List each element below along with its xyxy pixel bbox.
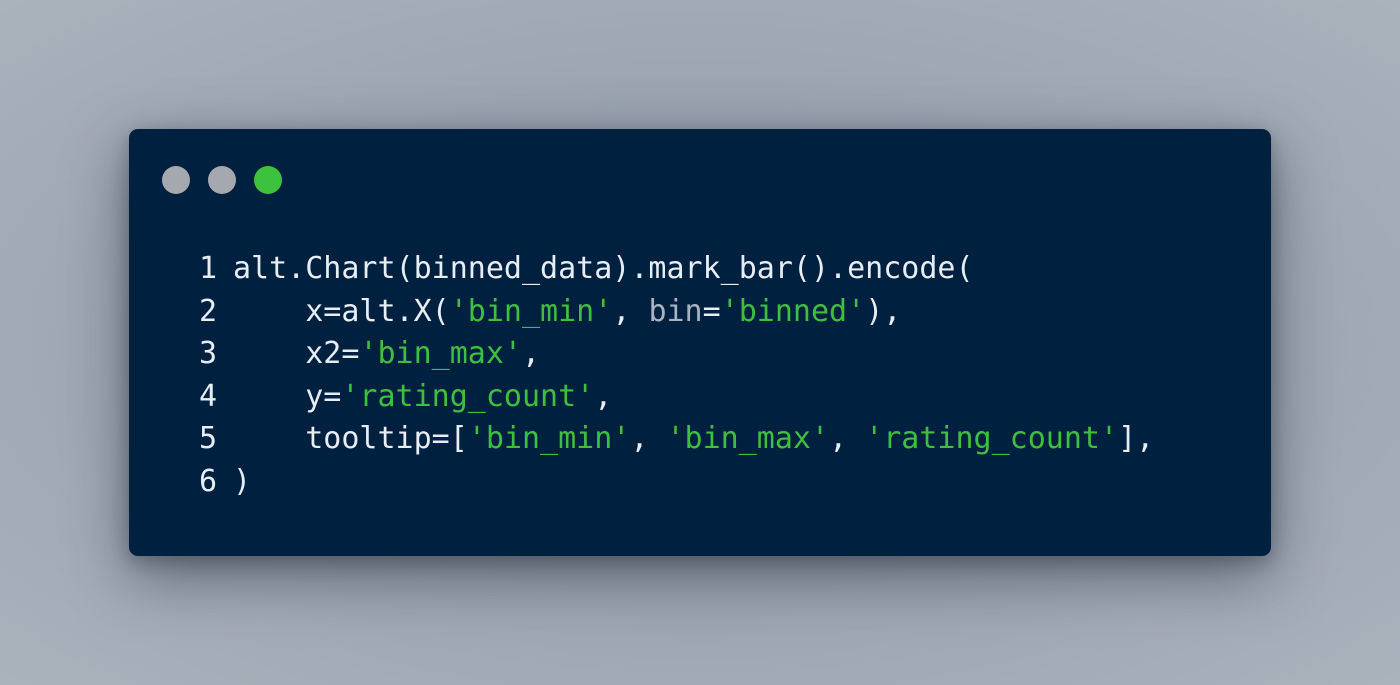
code-token: x2= [233,336,360,372]
line-number: 2 [198,293,217,329]
string-token: 'bin_min' [449,293,613,329]
code-line: 6) [181,461,1154,504]
code-token: , [594,378,613,414]
minimize-dot-icon[interactable] [208,166,236,194]
string-token: 'rating_count' [865,421,1119,457]
close-dot-icon[interactable] [162,166,190,194]
code-line: 4 y='rating_count', [181,376,1154,419]
string-token: 'bin_max' [359,336,522,372]
code-token: ), [865,293,902,329]
line-text: ) [217,461,251,504]
code-block: 1 alt.Chart(binned_data).mark_bar().encod… [181,248,1154,504]
line-text: x2='bin_max', [217,333,540,376]
code-token: ) [233,463,252,499]
code-token: = [702,293,721,329]
line-number: 5 [198,421,217,457]
line-number: 3 [198,336,217,372]
line-text: tooltip=['bin_min', 'bin_max', 'rating_c… [217,418,1154,461]
code-token: , [612,293,649,329]
window-controls [162,166,282,194]
string-token: 'binned' [720,293,866,329]
code-token: , [522,336,541,372]
code-token: ], [1118,421,1155,457]
code-token: , [630,421,667,457]
string-token: 'bin_min' [467,421,631,457]
code-token: x=alt.X( [233,293,450,329]
code-token: , [829,421,866,457]
code-token: tooltip=[ [233,421,468,457]
string-token: 'rating_count' [341,378,595,414]
line-text: alt.Chart(binned_data).mark_bar().encode… [217,248,974,291]
code-token: alt.Chart(binned_data).mark_bar().encode… [233,251,974,286]
keyword-argument-token: bin [648,293,703,329]
line-number: 6 [198,463,217,499]
code-line: 2 x=alt.X('bin_min', bin='binned'), [181,291,1154,334]
line-text: x=alt.X('bin_min', bin='binned'), [217,291,901,334]
code-token: y= [233,378,342,414]
code-line: 5 tooltip=['bin_min', 'bin_max', 'rating… [181,418,1154,461]
maximize-dot-icon[interactable] [254,166,282,194]
code-window: 1 alt.Chart(binned_data).mark_bar().encod… [129,129,1271,556]
code-line: 3 x2='bin_max', [181,333,1154,376]
code-line: 1 alt.Chart(binned_data).mark_bar().encod… [181,248,1154,291]
line-number: 1 [198,251,217,286]
string-token: 'bin_max' [666,421,830,457]
line-number: 4 [198,378,217,414]
line-text: y='rating_count', [217,376,612,419]
